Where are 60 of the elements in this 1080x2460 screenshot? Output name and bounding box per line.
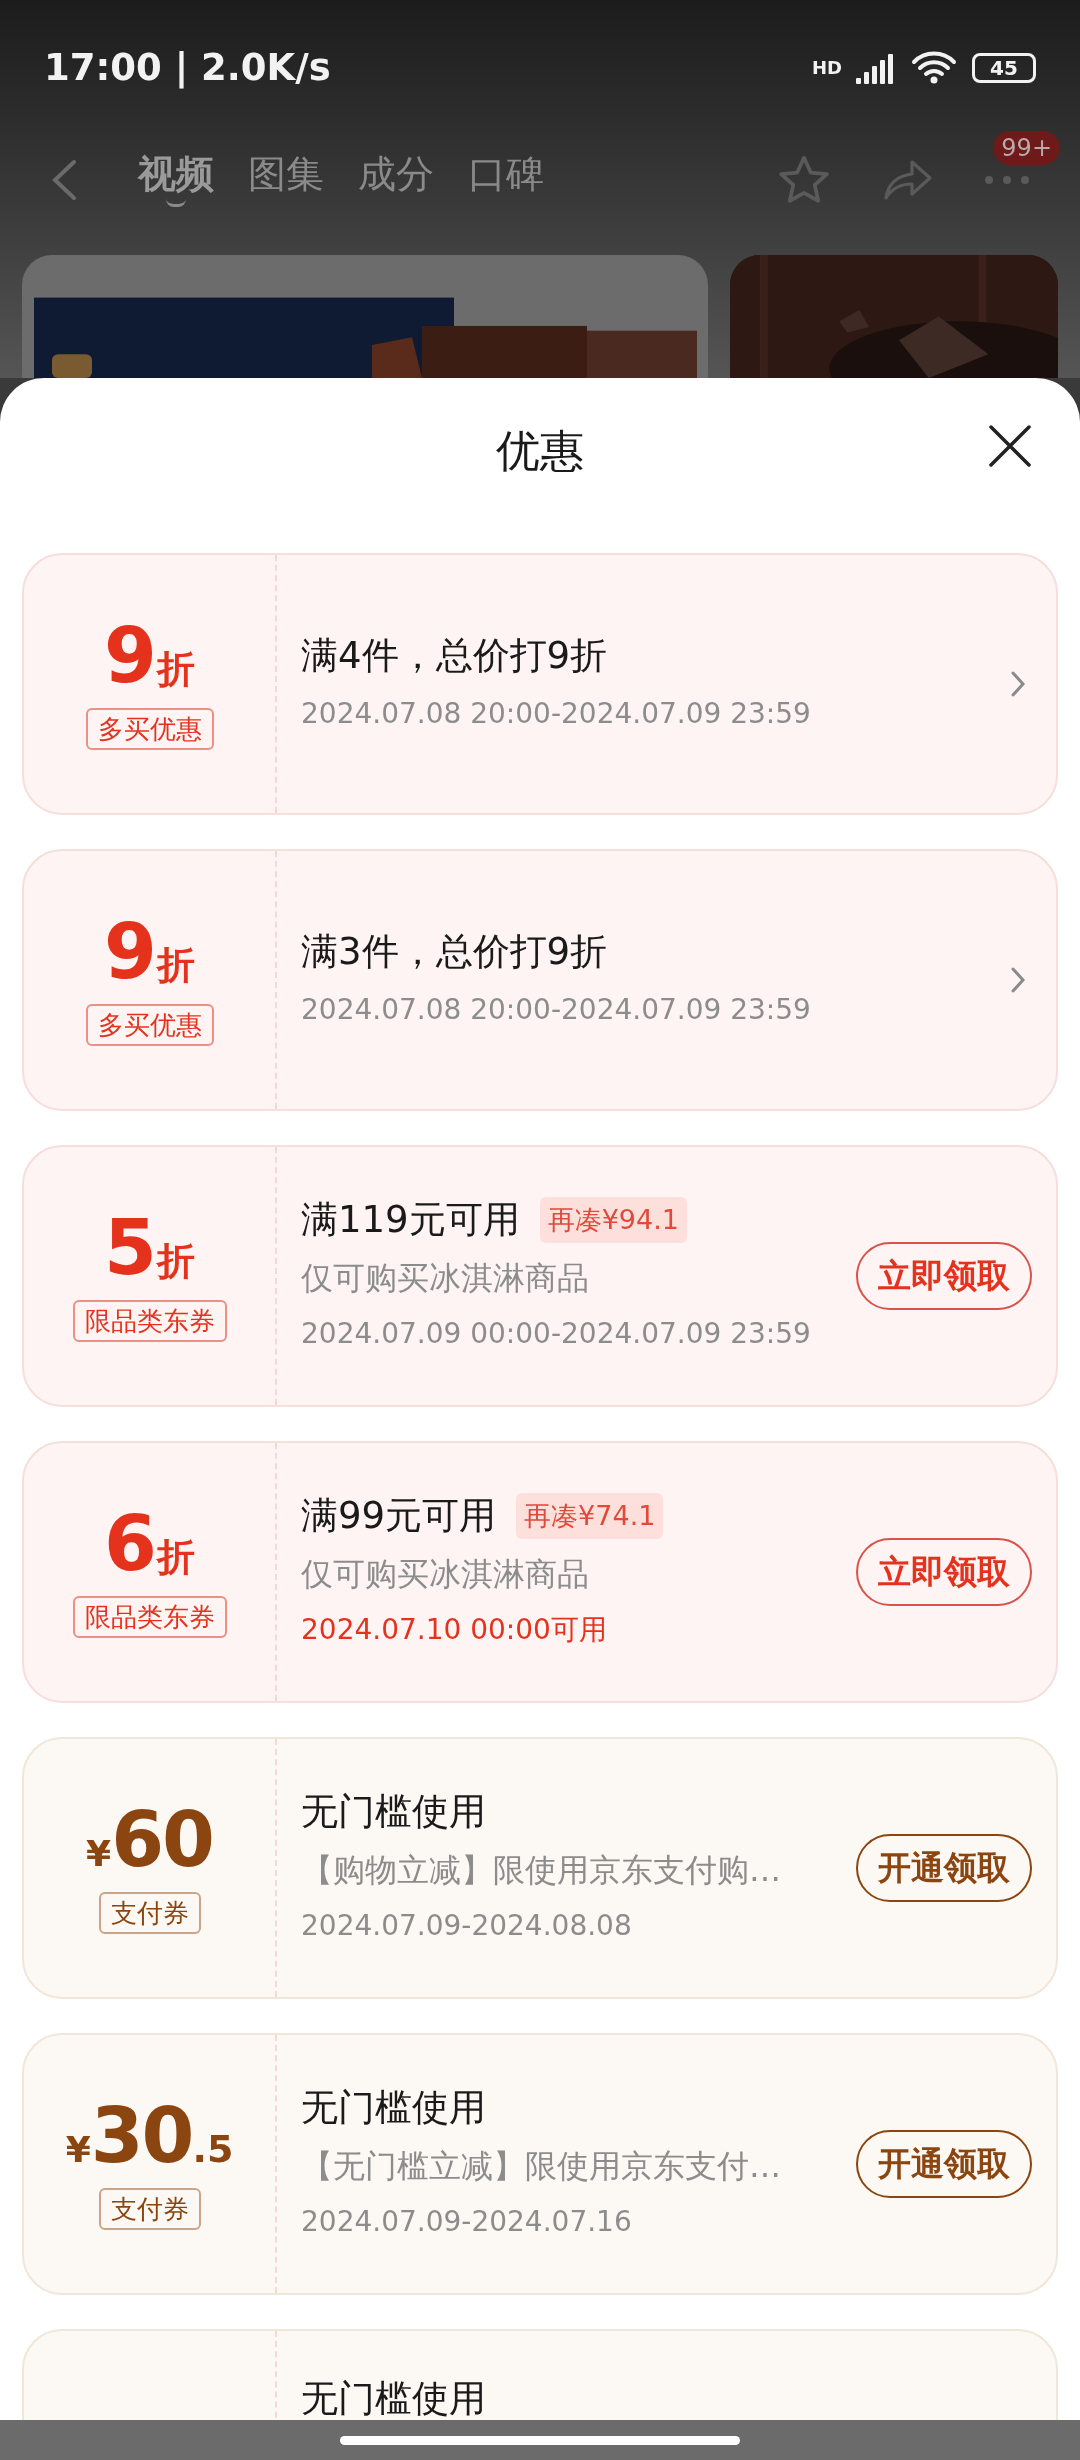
sheet-title: 优惠	[496, 423, 584, 478]
claim-button[interactable]: 开通领取	[856, 1834, 1032, 1902]
coupon-title: 满119元可用	[301, 1197, 520, 1243]
status-time: 17:00 | 2.0K/s	[44, 44, 331, 91]
coupon-tag: 多买优惠	[85, 708, 214, 750]
battery-indicator: 45	[972, 52, 1036, 83]
validity-date: 2024.07.09-2024.07.16	[301, 2204, 632, 2240]
coupon-description: 仅可购买冰淇淋商品	[301, 1554, 590, 1595]
coupon-value: 6折	[104, 1506, 195, 1582]
gap-amount-label: 再凑¥94.1	[539, 1197, 687, 1243]
coupon-title: 无门槛使用	[301, 2085, 486, 2131]
coupon-card[interactable]: 无门槛使用	[22, 2329, 1058, 2420]
coupon-title: 满4件，总价打9折	[301, 633, 608, 679]
signal-icon	[856, 51, 896, 84]
home-indicator[interactable]	[340, 2435, 740, 2445]
coupon-tag: 支付券	[98, 1892, 201, 1934]
coupon-card[interactable]: 9折 多买优惠 满4件，总价打9折 2024.07.08 20:00-2024.07.09 23:59	[22, 553, 1058, 815]
validity-date: 2024.07.08 20:00-2024.07.09 23:59	[301, 992, 811, 1028]
claim-button[interactable]: 立即领取	[856, 1538, 1032, 1606]
nav-tab[interactable]: 成分	[358, 145, 434, 215]
coupon-card[interactable]: 9折 多买优惠 满3件，总价打9折 2024.07.08 20:00-2024.07.09 23:59	[22, 849, 1058, 1111]
coupon-title: 无门槛使用	[301, 2376, 486, 2420]
back-icon[interactable]	[50, 158, 78, 202]
coupon-value: 9折	[104, 914, 195, 990]
nav-tab[interactable]: 视频	[138, 145, 214, 215]
coupon-tag: 限品类东券	[72, 1300, 227, 1342]
coupon-value: 5折	[104, 1210, 195, 1286]
coupon-value: 9折	[104, 618, 195, 694]
validity-date: 2024.07.08 20:00-2024.07.09 23:59	[301, 696, 811, 732]
notification-badge: 99+	[993, 131, 1060, 165]
validity-date: 2024.07.09 00:00-2024.07.09 23:59	[301, 1316, 811, 1352]
more-icon[interactable]	[984, 175, 1030, 185]
chevron-right-icon[interactable]	[1010, 966, 1026, 994]
network-label: HD	[812, 58, 842, 77]
coupon-card[interactable]: 6折 限品类东券 满99元可用 再凑¥74.1 仅可购买冰淇淋商品 2024.07.10 00:00可用 立即领取	[22, 1441, 1058, 1703]
coupon-card[interactable]: ¥60 支付券 无门槛使用 【购物立减】限使用京东支付购… 2024.07.09-2024.08.08 开通领取	[22, 1737, 1058, 1999]
coupon-value: ¥60	[86, 1802, 213, 1878]
validity-date: 2024.07.10 00:00可用	[301, 1612, 607, 1648]
wifi-icon	[910, 49, 958, 86]
coupon-tag: 限品类东券	[72, 1596, 227, 1638]
close-icon[interactable]	[988, 424, 1032, 468]
coupon-title: 满99元可用	[301, 1493, 497, 1539]
coupon-description: 【购物立减】限使用京东支付购…	[301, 1850, 782, 1891]
claim-button[interactable]: 开通领取	[856, 2130, 1032, 2198]
coupon-value: ¥30.5	[65, 2098, 234, 2174]
coupon-title: 无门槛使用	[301, 1789, 486, 1835]
coupon-title: 满3件，总价打9折	[301, 929, 608, 975]
coupon-tag: 多买优惠	[85, 1004, 214, 1046]
nav-tab[interactable]: 口碑	[468, 145, 544, 215]
coupon-tag: 支付券	[98, 2188, 201, 2230]
nav-tab[interactable]: 图集	[248, 145, 324, 215]
chevron-right-icon[interactable]	[1010, 670, 1026, 698]
claim-button[interactable]: 立即领取	[856, 1242, 1032, 1310]
coupon-description: 【无门槛立减】限使用京东支付…	[301, 2146, 782, 2187]
coupon-card[interactable]: ¥30.5 支付券 无门槛使用 【无门槛立减】限使用京东支付… 2024.07.09-2024.07.16 开通领取	[22, 2033, 1058, 2295]
gap-amount-label: 再凑¥74.1	[516, 1493, 664, 1539]
coupon-description: 仅可购买冰淇淋商品	[301, 1258, 590, 1299]
coupon-card[interactable]: 5折 限品类东券 满119元可用 再凑¥94.1 仅可购买冰淇淋商品 2024.07.09 00:00-2024.07.09 23:59 立即领取	[22, 1145, 1058, 1407]
validity-date: 2024.07.09-2024.08.08	[301, 1908, 632, 1944]
share-icon[interactable]	[882, 158, 934, 202]
